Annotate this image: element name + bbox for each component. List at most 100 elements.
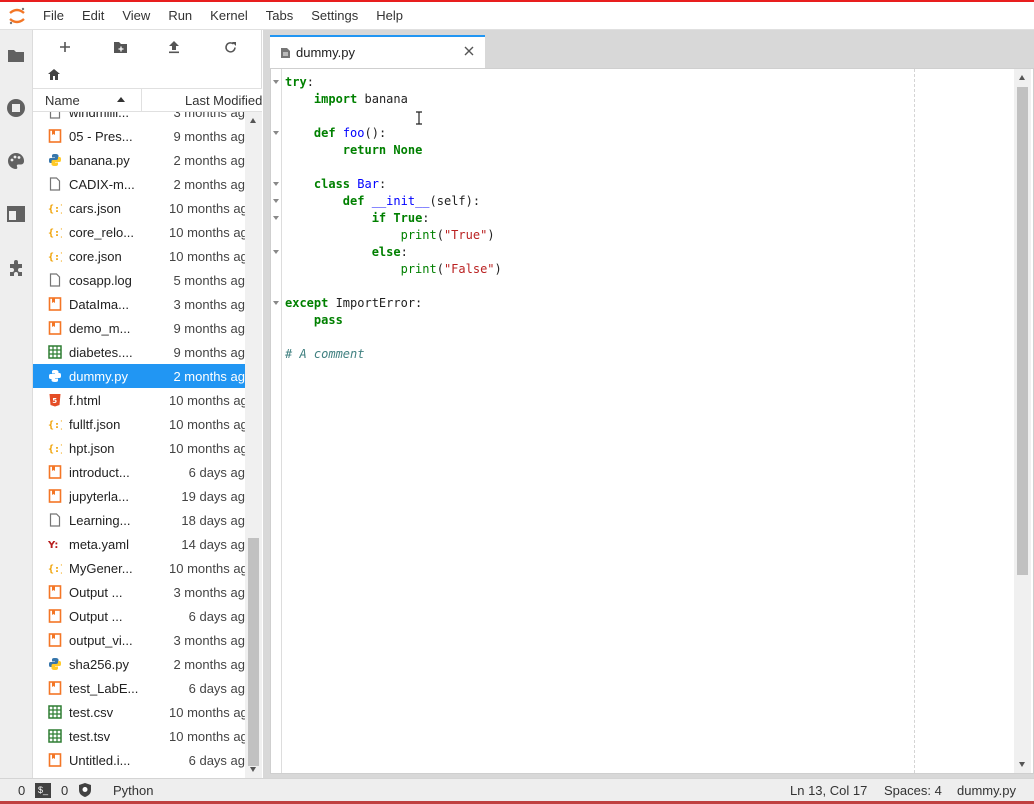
new-launcher-icon[interactable] [56, 38, 74, 56]
palette-icon[interactable] [6, 151, 26, 171]
code-content[interactable]: try: import banana def foo(): return Non… [285, 74, 502, 363]
sort-ascending-icon [117, 97, 125, 102]
fold-marker-icon[interactable] [273, 216, 279, 220]
fold-marker-icon[interactable] [273, 301, 279, 305]
scroll-down-icon[interactable] [250, 767, 256, 772]
file-row[interactable]: output_vi... 3 months ag [33, 628, 245, 652]
extension-icon[interactable] [6, 258, 26, 278]
new-folder-icon[interactable] [111, 38, 129, 56]
last-modified-column-header[interactable]: Last Modified [185, 93, 262, 108]
file-row[interactable]: Learning... 18 days ag [33, 508, 245, 532]
code-line[interactable]: pass [285, 312, 502, 329]
file-row[interactable]: banana.py 2 months ag [33, 148, 245, 172]
file-row[interactable]: cosapp.log 5 months ag [33, 268, 245, 292]
menu-kernel[interactable]: Kernel [201, 2, 257, 30]
file-name: hpt.json [69, 441, 115, 456]
cursor-position[interactable]: Ln 13, Col 17 [790, 783, 867, 798]
menu-tabs[interactable]: Tabs [257, 2, 302, 30]
file-row[interactable]: demo_m... 9 months ag [33, 316, 245, 340]
menu-edit[interactable]: Edit [73, 2, 113, 30]
code-line[interactable]: print("False") [285, 261, 502, 278]
editor-scrollbar[interactable] [1014, 69, 1031, 773]
file-row[interactable]: test.csv 10 months ag [33, 700, 245, 724]
file-row[interactable]: {:} cars.json 10 months ag [33, 196, 245, 220]
file-row[interactable]: {:} hpt.json 10 months ag [33, 436, 245, 460]
code-line[interactable]: print("True") [285, 227, 502, 244]
scrollbar-thumb[interactable] [1017, 87, 1028, 575]
code-line[interactable] [285, 278, 502, 295]
file-modified-date: 14 days ag [181, 537, 245, 552]
file-list-scrollbar[interactable] [245, 112, 262, 778]
fold-marker-icon[interactable] [273, 199, 279, 203]
code-line[interactable] [285, 159, 502, 176]
file-row[interactable]: windmilli... 3 months ag [33, 112, 245, 124]
file-row[interactable]: CADIX-m... 2 months ag [33, 172, 245, 196]
kernel-status-icon[interactable] [78, 782, 92, 801]
file-modified-date: 2 months ag [173, 657, 245, 672]
menu-run[interactable]: Run [159, 2, 201, 30]
file-row[interactable]: 05 - Pres... 9 months ag [33, 124, 245, 148]
code-line[interactable]: if True: [285, 210, 502, 227]
file-modified-date: 3 months ag [173, 297, 245, 312]
home-icon[interactable] [47, 68, 63, 84]
fold-marker-icon[interactable] [273, 182, 279, 186]
file-row[interactable]: test_LabE... 6 days ag [33, 676, 245, 700]
close-icon[interactable] [462, 44, 476, 58]
terminal-icon[interactable]: $_ [35, 783, 51, 798]
code-line[interactable]: try: [285, 74, 502, 91]
code-line[interactable]: else: [285, 244, 502, 261]
terminal-count[interactable]: 0 [18, 783, 25, 798]
code-line[interactable]: def foo(): [285, 125, 502, 142]
file-row[interactable]: introduct... 6 days ag [33, 460, 245, 484]
code-line[interactable]: def __init__(self): [285, 193, 502, 210]
file-row[interactable]: dummy.py 2 months ag [33, 364, 245, 388]
code-line[interactable] [285, 329, 502, 346]
code-line[interactable]: # A comment [285, 346, 502, 363]
menu-help[interactable]: Help [367, 2, 412, 30]
scroll-down-icon[interactable] [1019, 762, 1025, 767]
fold-gutter[interactable] [271, 69, 282, 773]
file-row[interactable]: sha256.py 2 months ag [33, 652, 245, 676]
indentation-setting[interactable]: Spaces: 4 [884, 783, 942, 798]
file-row[interactable]: Output ... 3 months ag [33, 580, 245, 604]
file-row[interactable]: test.tsv 10 months ag [33, 724, 245, 748]
file-row[interactable]: DataIma... 3 months ag [33, 292, 245, 316]
upload-icon[interactable] [165, 38, 183, 56]
file-row[interactable]: diabetes.... 9 months ag [33, 340, 245, 364]
code-line[interactable]: import banana [285, 91, 502, 108]
fold-marker-icon[interactable] [273, 80, 279, 84]
code-line[interactable] [285, 108, 502, 125]
file-row[interactable]: Output ... 6 days ag [33, 604, 245, 628]
scroll-up-icon[interactable] [1019, 75, 1025, 80]
file-row[interactable]: {:} core_relo... 10 months ag [33, 220, 245, 244]
column-divider[interactable] [141, 89, 142, 111]
file-row[interactable]: 5 f.html 10 months ag [33, 388, 245, 412]
fold-marker-icon[interactable] [273, 131, 279, 135]
tab-dummy-py[interactable]: dummy.py [270, 35, 485, 68]
file-row[interactable]: Y: meta.yaml 14 days ag [33, 532, 245, 556]
file-row[interactable]: {:} core.json 10 months ag [33, 244, 245, 268]
file-row[interactable]: Untitled.i... 6 days ag [33, 748, 245, 772]
scroll-up-icon[interactable] [250, 118, 256, 123]
file-row[interactable]: {:} fulltf.json 10 months ag [33, 412, 245, 436]
code-editor[interactable]: try: import banana def foo(): return Non… [270, 68, 1034, 774]
kernel-name[interactable]: Python [113, 783, 153, 798]
file-name: windmilli... [69, 112, 129, 120]
running-icon[interactable] [6, 98, 26, 118]
menu-view[interactable]: View [113, 2, 159, 30]
folder-icon[interactable] [6, 46, 26, 66]
kernel-count[interactable]: 0 [61, 783, 68, 798]
code-line[interactable]: except ImportError: [285, 295, 502, 312]
name-column-header[interactable]: Name [45, 93, 80, 108]
tabs-icon[interactable] [6, 204, 26, 224]
code-line[interactable]: class Bar: [285, 176, 502, 193]
file-modified-date: 2 months ag [173, 177, 245, 192]
menu-settings[interactable]: Settings [302, 2, 367, 30]
fold-marker-icon[interactable] [273, 250, 279, 254]
menu-file[interactable]: File [34, 2, 73, 30]
file-row[interactable]: {:} MyGener... 10 months ag [33, 556, 245, 580]
scrollbar-thumb[interactable] [248, 538, 259, 766]
file-row[interactable]: jupyterla... 19 days ag [33, 484, 245, 508]
refresh-icon[interactable] [221, 38, 239, 56]
code-line[interactable]: return None [285, 142, 502, 159]
